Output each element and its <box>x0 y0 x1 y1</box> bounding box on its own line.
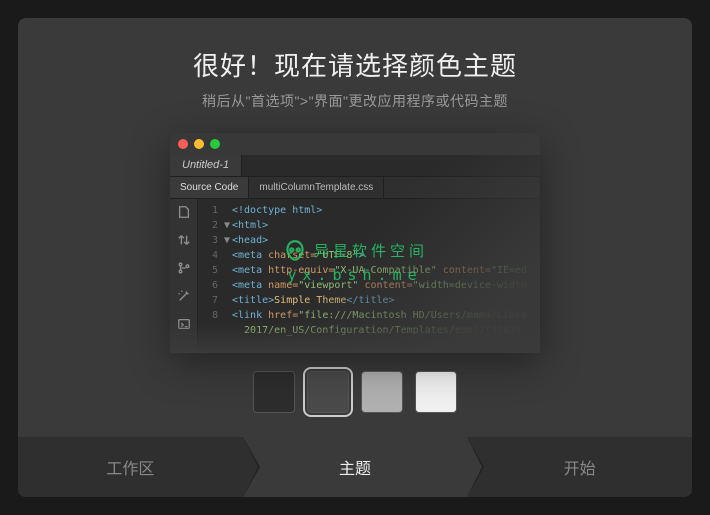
theme-swatch-3[interactable] <box>415 371 457 413</box>
theme-swatch-2[interactable] <box>361 371 403 413</box>
theme-swatches <box>253 371 457 413</box>
left-toolbar <box>170 199 198 353</box>
code-line: 8<link href="file:///Macintosh HD/Users/… <box>198 308 540 323</box>
page-subtitle: 稍后从"首选项">"界面"更改应用程序或代码主题 <box>202 91 508 111</box>
step-2[interactable]: 开始 <box>467 437 692 497</box>
step-0[interactable]: 工作区 <box>18 437 243 497</box>
wand-icon <box>177 289 191 303</box>
code-line: 2017/en_US/Configuration/Templates/eam72… <box>198 323 540 338</box>
theme-preview: Untitled-1 Source Code multiColumnTempla… <box>170 133 540 353</box>
window-titlebar <box>170 133 540 155</box>
page-title: 很好！现在请选择颜色主题 <box>193 46 517 83</box>
maximize-icon <box>210 139 220 149</box>
updown-icon <box>177 233 191 247</box>
content-area: 很好！现在请选择颜色主题 稍后从"首选项">"界面"更改应用程序或代码主题 Un… <box>18 18 692 437</box>
file-icon <box>177 205 191 219</box>
code-line: 7<title>Simple Theme</title> <box>198 293 540 308</box>
code-line: 2▼<html> <box>198 218 540 233</box>
step-footer: 工作区主题开始 <box>18 437 692 497</box>
file-tab: Untitled-1 <box>170 155 242 176</box>
branch-icon <box>177 261 191 275</box>
theme-swatch-0[interactable] <box>253 371 295 413</box>
view-tab-row: Source Code multiColumnTemplate.css <box>170 177 540 199</box>
minimize-icon <box>194 139 204 149</box>
terminal-icon <box>177 317 191 331</box>
code-area: 1<!doctype html>2▼<html>3▼<head>4<meta c… <box>198 199 540 353</box>
code-line: 6<meta name="viewport" content="width=de… <box>198 278 540 293</box>
close-icon <box>178 139 188 149</box>
subtab-source: Source Code <box>170 177 249 198</box>
onboarding-dialog: 很好！现在请选择颜色主题 稍后从"首选项">"界面"更改应用程序或代码主题 Un… <box>18 18 692 497</box>
code-line: 3▼<head> <box>198 233 540 248</box>
step-1[interactable]: 主题 <box>243 437 468 497</box>
code-line: 4<meta charset="UTF-8"> <box>198 248 540 263</box>
subtab-css: multiColumnTemplate.css <box>249 177 384 198</box>
editor-body: 1<!doctype html>2▼<html>3▼<head>4<meta c… <box>170 199 540 353</box>
code-line: 1<!doctype html> <box>198 203 540 218</box>
code-line: 5<meta http-equiv="X-UA-Compatible" cont… <box>198 263 540 278</box>
file-tab-row: Untitled-1 <box>170 155 540 177</box>
theme-swatch-1[interactable] <box>307 371 349 413</box>
